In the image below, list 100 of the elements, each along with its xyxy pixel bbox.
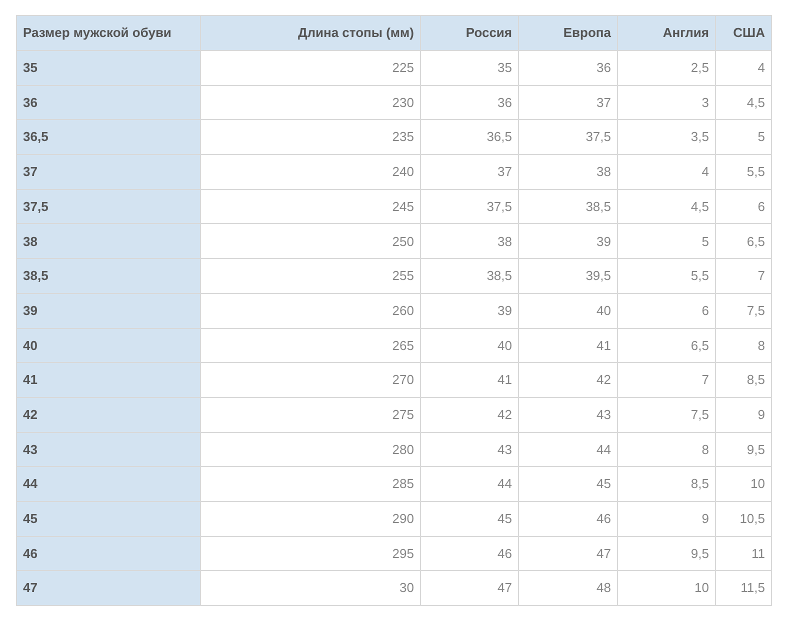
table-cell: 37,5: [420, 189, 518, 224]
table-cell: 37: [420, 154, 518, 190]
table-cell: 9,5: [618, 536, 716, 571]
row-header: 40: [16, 328, 200, 363]
table-cell: 270: [200, 362, 420, 398]
table-cell: 295: [200, 536, 420, 571]
table-cell: 7,5: [618, 397, 716, 432]
table-cell: 41: [518, 328, 618, 363]
row-header: 37: [16, 154, 200, 190]
table-cell: 3: [618, 85, 716, 120]
table-cell: 30: [200, 570, 420, 606]
row-header: 47: [16, 570, 200, 606]
table-cell: 9,5: [716, 432, 772, 467]
column-header: Европа: [518, 16, 618, 50]
table-cell: 40: [518, 293, 618, 328]
column-header: США: [716, 16, 772, 50]
table-cell: 235: [200, 120, 420, 155]
row-header: 39: [16, 293, 200, 328]
table-cell: 38: [518, 154, 618, 190]
table-cell: 225: [200, 50, 420, 86]
table-cell: 35: [420, 50, 518, 86]
table-cell: 36: [420, 85, 518, 120]
row-header: 37,5: [16, 189, 200, 224]
row-header: 36: [16, 85, 200, 120]
row-header: 42: [16, 397, 200, 432]
column-header: Размер мужской обуви: [16, 16, 200, 50]
table-cell: 44: [518, 432, 618, 467]
table-cell: 6: [716, 189, 772, 224]
table-cell: 43: [420, 432, 518, 467]
table-cell: 46: [420, 536, 518, 571]
table-cell: 9: [618, 501, 716, 536]
table-cell: 10: [618, 570, 716, 606]
row-header: 36,5: [16, 120, 200, 155]
table-cell: 39,5: [518, 258, 618, 294]
table-cell: 2,5: [618, 50, 716, 86]
row-header: 44: [16, 466, 200, 502]
table-cell: 5: [618, 224, 716, 259]
table-cell: 285: [200, 466, 420, 502]
table-cell: 45: [420, 501, 518, 536]
table-cell: 280: [200, 432, 420, 467]
table-cell: 7: [716, 258, 772, 294]
table-cell: 9: [716, 397, 772, 432]
row-header: 38: [16, 224, 200, 259]
table-cell: 47: [420, 570, 518, 606]
table-cell: 37: [518, 85, 618, 120]
table-cell: 4: [716, 50, 772, 86]
table-cell: 8,5: [618, 466, 716, 502]
column-header: Длина стопы (мм): [200, 16, 420, 50]
table-cell: 47: [518, 536, 618, 571]
table-cell: 11,5: [716, 570, 772, 606]
row-header: 38,5: [16, 258, 200, 294]
column-header: Англия: [618, 16, 716, 50]
table-cell: 36,5: [420, 120, 518, 155]
table-cell: 5,5: [716, 154, 772, 190]
table-cell: 43: [518, 397, 618, 432]
table-cell: 275: [200, 397, 420, 432]
table-cell: 42: [420, 397, 518, 432]
table-cell: 40: [420, 328, 518, 363]
table-cell: 6,5: [618, 328, 716, 363]
table-cell: 38,5: [518, 189, 618, 224]
table-cell: 230: [200, 85, 420, 120]
table-cell: 290: [200, 501, 420, 536]
table-cell: 44: [420, 466, 518, 502]
table-cell: 245: [200, 189, 420, 224]
table-cell: 38,5: [420, 258, 518, 294]
row-header: 41: [16, 362, 200, 398]
table-cell: 5,5: [618, 258, 716, 294]
table-cell: 46: [518, 501, 618, 536]
table-cell: 41: [420, 362, 518, 398]
table-cell: 36: [518, 50, 618, 86]
column-header: Россия: [420, 16, 518, 50]
table-cell: 10: [716, 466, 772, 502]
row-header: 46: [16, 536, 200, 571]
row-header: 45: [16, 501, 200, 536]
table-cell: 250: [200, 224, 420, 259]
table-cell: 38: [420, 224, 518, 259]
table-cell: 3,5: [618, 120, 716, 155]
table-cell: 4: [618, 154, 716, 190]
table-cell: 42: [518, 362, 618, 398]
table-cell: 37,5: [518, 120, 618, 155]
table-cell: 5: [716, 120, 772, 155]
table-cell: 39: [518, 224, 618, 259]
table-cell: 39: [420, 293, 518, 328]
table-cell: 6,5: [716, 224, 772, 259]
table-cell: 4,5: [618, 189, 716, 224]
row-header: 43: [16, 432, 200, 467]
table-cell: 8: [716, 328, 772, 363]
table-cell: 6: [618, 293, 716, 328]
table-cell: 7,5: [716, 293, 772, 328]
table-cell: 10,5: [716, 501, 772, 536]
table-cell: 260: [200, 293, 420, 328]
table-cell: 8,5: [716, 362, 772, 398]
table-cell: 240: [200, 154, 420, 190]
table-cell: 7: [618, 362, 716, 398]
table-cell: 4,5: [716, 85, 772, 120]
table-cell: 8: [618, 432, 716, 467]
table-cell: 255: [200, 258, 420, 294]
table-cell: 265: [200, 328, 420, 363]
row-header: 35: [16, 50, 200, 86]
table-cell: 45: [518, 466, 618, 502]
